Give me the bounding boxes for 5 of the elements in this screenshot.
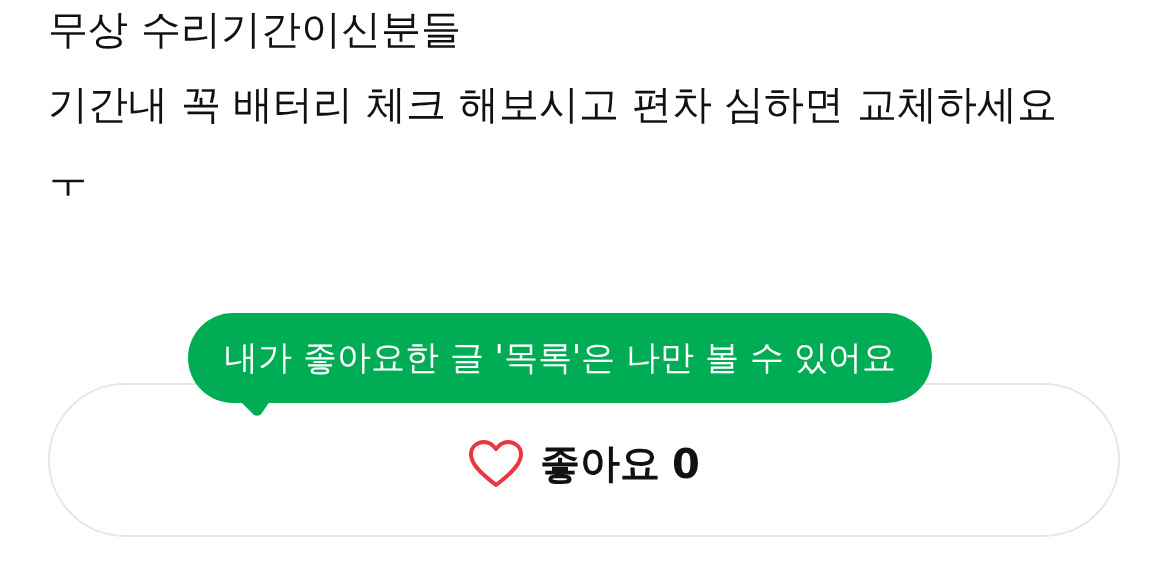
post-text: 기간내 꼭 배터리 체크 해보시고 편차 심하면 교체하세요 [48,80,1058,129]
post-text: 무상 수리기간이신분들 [48,5,462,54]
post-text: ㅜ [48,155,89,204]
tooltip-tail [240,401,270,417]
like-button[interactable]: 좋아요 0 [48,383,1120,537]
